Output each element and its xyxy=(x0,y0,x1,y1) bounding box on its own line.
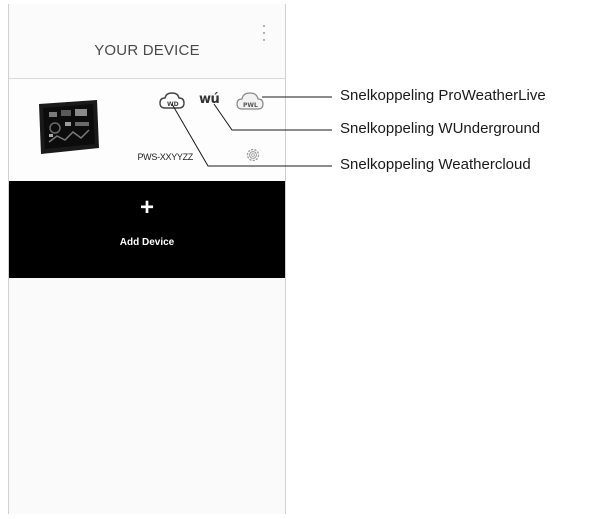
add-device-button[interactable]: + Add Device xyxy=(9,181,285,278)
callout-wunderground: Snelkoppeling WUnderground xyxy=(340,120,541,137)
callout-weathercloud: Snelkoppeling Weathercloud xyxy=(340,156,531,173)
app-header: YOUR DEVICE xyxy=(9,4,285,79)
callout-proweatherlive: Snelkoppeling ProWeatherLive xyxy=(340,87,546,104)
plus-icon: + xyxy=(139,194,154,221)
wu-icon-label: wú xyxy=(199,92,220,107)
pwl-icon-label: PWL xyxy=(243,102,258,109)
wu-icon[interactable]: wú xyxy=(199,92,223,110)
gear-icon[interactable] xyxy=(245,147,261,163)
app-screen: YOUR DEVICE WD wú PWL PWS-XXYYZZ + Add D… xyxy=(8,4,286,514)
weather-station-image xyxy=(39,100,99,154)
pwl-icon[interactable]: PWL xyxy=(236,91,264,113)
add-device-label: Add Device xyxy=(119,237,175,248)
device-card[interactable]: WD wú PWL PWS-XXYYZZ xyxy=(9,79,285,182)
device-name: PWS-XXYYZZ xyxy=(137,152,193,162)
cloud-icon[interactable]: WD xyxy=(159,92,185,110)
empty-content-area xyxy=(9,278,285,514)
svg-text:WD: WD xyxy=(167,101,179,108)
page-title: YOUR DEVICE xyxy=(94,42,200,59)
kebab-menu-icon[interactable] xyxy=(259,22,269,44)
